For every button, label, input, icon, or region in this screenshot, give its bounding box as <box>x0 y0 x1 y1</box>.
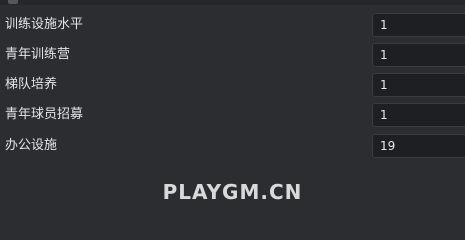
youth-camp-field[interactable]: 1 <box>372 43 465 67</box>
row-label: 办公设施 <box>5 138 58 153</box>
row-label: 青年球员招募 <box>5 107 84 122</box>
settings-row-youth-recruitment: 青年球员招募 1 <box>0 101 465 129</box>
settings-row-office-facilities: 办公设施 19 <box>0 132 465 160</box>
settings-row-training-facilities: 训练设施水平 1 <box>0 11 465 39</box>
settings-row-youth-development: 梯队培养 1 <box>0 71 465 99</box>
row-label: 梯队培养 <box>5 77 58 92</box>
row-label: 青年训练营 <box>5 47 71 62</box>
training-facilities-field[interactable]: 1 <box>372 13 465 37</box>
field-value: 1 <box>380 18 388 32</box>
youth-recruitment-field[interactable]: 1 <box>372 103 465 127</box>
youth-development-field[interactable]: 1 <box>372 73 465 97</box>
top-edge-bar <box>0 0 465 5</box>
row-label: 训练设施水平 <box>5 17 84 32</box>
field-value: 1 <box>380 48 388 62</box>
field-value: 19 <box>380 139 396 153</box>
settings-row-youth-camp: 青年训练营 1 <box>0 41 465 69</box>
field-value: 1 <box>380 108 388 122</box>
field-value: 1 <box>380 78 388 92</box>
office-facilities-field[interactable]: 19 <box>372 134 465 158</box>
scroll-indicator[interactable] <box>8 0 18 4</box>
watermark-logo: PLAYGM.CN <box>162 180 303 204</box>
